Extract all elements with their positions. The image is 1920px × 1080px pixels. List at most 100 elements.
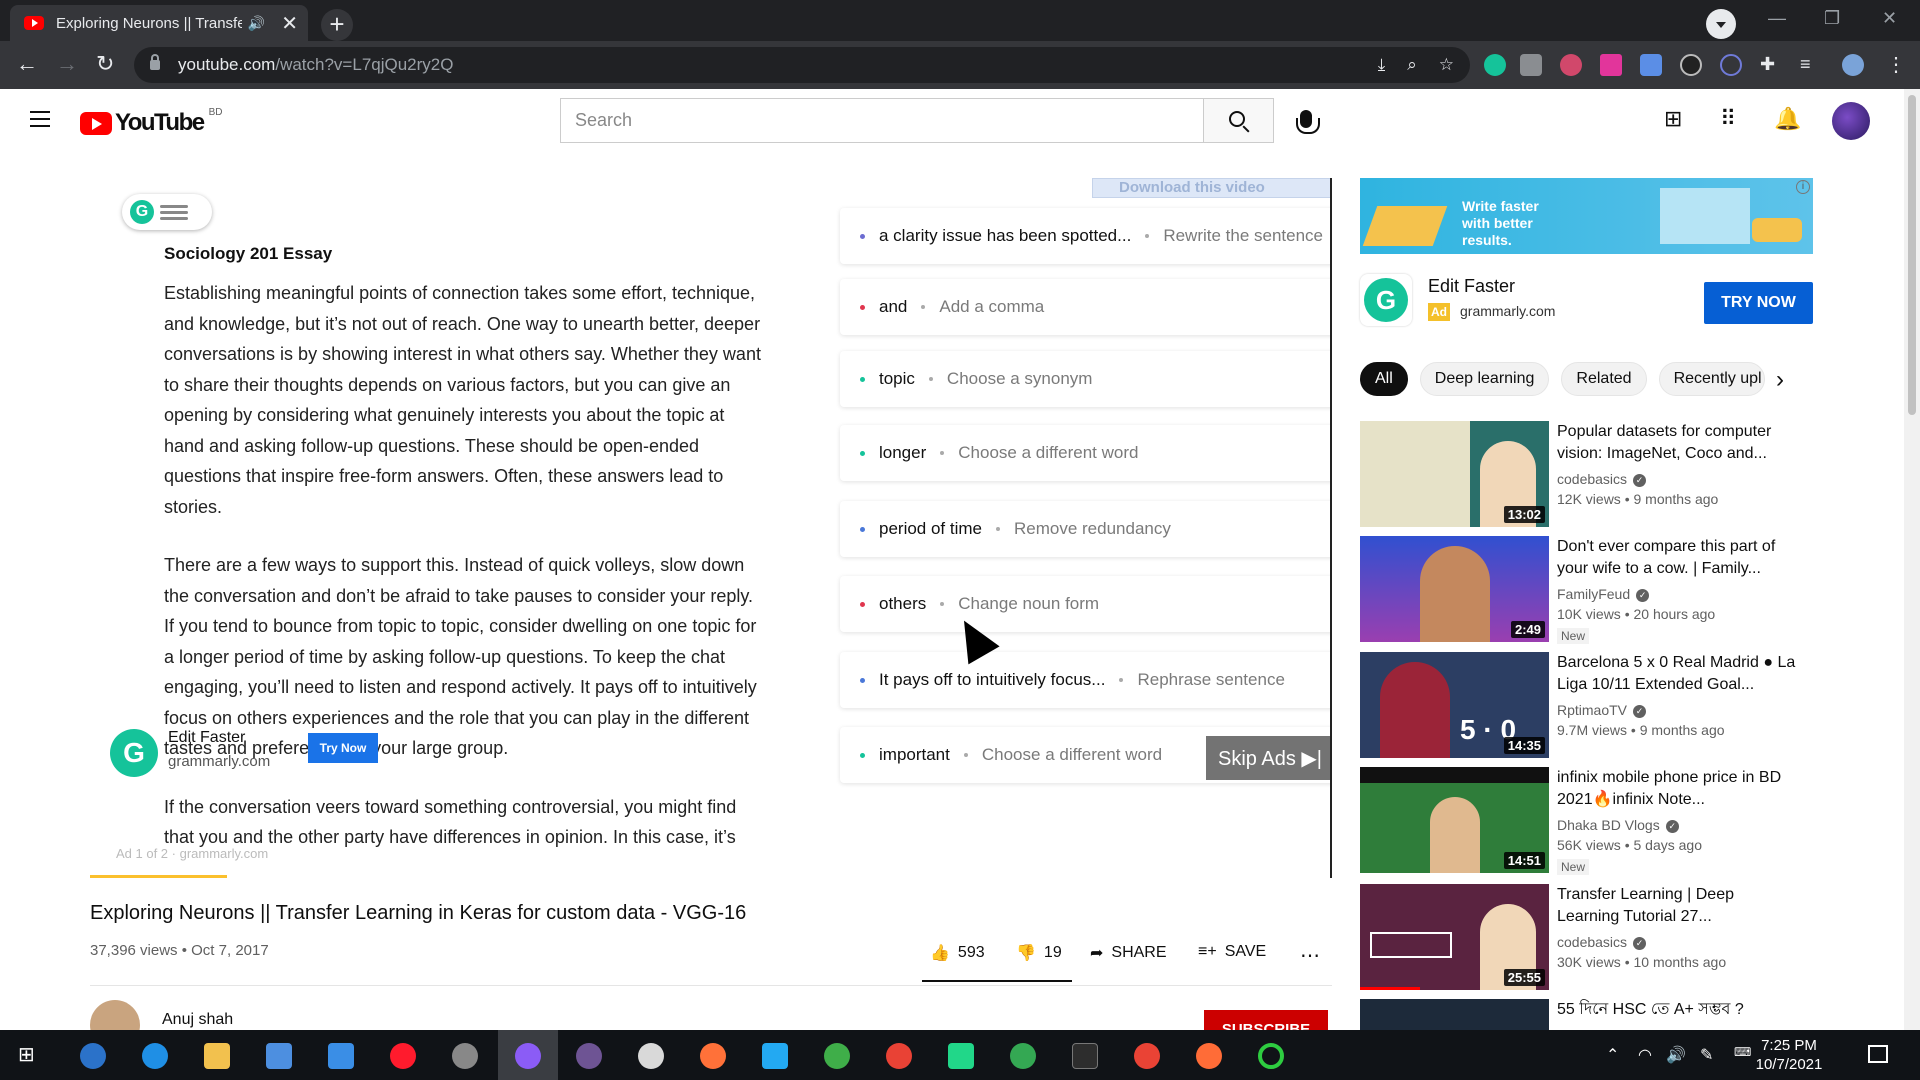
opera-icon[interactable] bbox=[390, 1043, 416, 1069]
browser-tab[interactable]: Exploring Neurons || Transfer 🔊 ✕ bbox=[10, 5, 308, 41]
download-extension-icon[interactable] bbox=[1640, 54, 1662, 76]
dislike-button[interactable]: 👎 19 bbox=[1016, 943, 1062, 963]
create-video-icon[interactable]: ⊞ bbox=[1664, 106, 1682, 132]
minimize-window-icon[interactable]: — bbox=[1768, 8, 1786, 29]
chip-recently-uploaded[interactable]: Recently upl bbox=[1658, 362, 1765, 396]
suggestion-word: longer bbox=[879, 443, 927, 462]
video-player[interactable]: G Download this video Sociology 201 Essa… bbox=[90, 178, 1332, 878]
messenger-icon[interactable] bbox=[515, 1043, 541, 1069]
github-icon[interactable] bbox=[576, 1043, 602, 1069]
recommended-video[interactable]: 14:51 infinix mobile phone price in BD 2… bbox=[1360, 767, 1820, 875]
channel-name[interactable]: Anuj shah bbox=[162, 1011, 233, 1029]
chrome-icon[interactable] bbox=[1010, 1043, 1036, 1069]
windows-start-icon[interactable]: ⊞ bbox=[18, 1042, 35, 1067]
duration-badge: 13:02 bbox=[1503, 506, 1545, 523]
pen-icon[interactable]: ✎ bbox=[1700, 1045, 1713, 1065]
close-window-icon[interactable]: ✕ bbox=[1882, 8, 1897, 29]
extension-icon[interactable] bbox=[1560, 54, 1582, 76]
chip-deep-learning[interactable]: Deep learning bbox=[1419, 362, 1550, 396]
skip-ads-button[interactable]: Skip Ads ▶| bbox=[1206, 736, 1330, 780]
youtube-logo[interactable]: YouTube BD bbox=[80, 107, 223, 137]
recommended-video[interactable]: 55 দিনে HSC তে A+ সম্ভব ? bbox=[1360, 999, 1820, 1030]
video-thumbnail[interactable] bbox=[1360, 999, 1549, 1030]
screen-extension-icon[interactable] bbox=[1680, 54, 1702, 76]
reload-icon[interactable]: ↻ bbox=[96, 51, 114, 77]
new-tab-button[interactable]: + bbox=[321, 9, 353, 41]
store-icon[interactable] bbox=[266, 1043, 292, 1069]
forward-arrow-icon[interactable]: → bbox=[56, 51, 78, 77]
file-explorer-icon[interactable] bbox=[204, 1043, 230, 1069]
page-scrollbar[interactable] bbox=[1904, 89, 1920, 1030]
menu-icon[interactable] bbox=[30, 111, 50, 127]
apps-grid-icon[interactable]: ⠿ bbox=[1720, 106, 1736, 132]
media-control-icon[interactable]: ≡ bbox=[1800, 54, 1811, 75]
try-now-button[interactable]: TRY NOW bbox=[1704, 282, 1813, 324]
chip-related[interactable]: Related bbox=[1561, 362, 1647, 396]
grammarly-extension-icon[interactable] bbox=[1484, 54, 1506, 76]
browser-menu-icon[interactable]: ⋮ bbox=[1886, 52, 1906, 77]
zoom-icon[interactable]: ⌕ bbox=[1407, 55, 1417, 75]
recommended-video[interactable]: 5 · 0 14:35 Barcelona 5 x 0 Real Madrid … bbox=[1360, 652, 1820, 758]
search-input[interactable] bbox=[575, 110, 1204, 131]
search-button[interactable] bbox=[1203, 98, 1274, 143]
pen-extension-icon[interactable] bbox=[1720, 54, 1742, 76]
scrollbar-thumb[interactable] bbox=[1908, 95, 1916, 415]
mail-icon[interactable] bbox=[328, 1043, 354, 1069]
app-icon[interactable] bbox=[1258, 1043, 1284, 1069]
save-button[interactable]: ≡+ SAVE bbox=[1198, 943, 1266, 961]
vscode-icon[interactable] bbox=[762, 1043, 788, 1069]
overlay-ad[interactable]: G Edit Faster grammarly.com Try Now bbox=[104, 723, 776, 779]
sidebar-ad-banner[interactable]: Write faster with better results. bbox=[1360, 178, 1813, 254]
ad-info-icon[interactable]: i bbox=[1796, 180, 1810, 194]
video-thumbnail[interactable]: 5 · 0 14:35 bbox=[1360, 652, 1549, 758]
video-progress-bar[interactable] bbox=[90, 875, 1330, 878]
chevron-right-icon[interactable]: › bbox=[1776, 366, 1784, 394]
more-actions-icon[interactable]: ⋯ bbox=[1300, 943, 1320, 968]
microphone-icon[interactable] bbox=[1296, 110, 1320, 134]
firefox-icon[interactable] bbox=[700, 1043, 726, 1069]
app-icon[interactable] bbox=[452, 1043, 478, 1069]
chevron-up-icon[interactable]: ⌃ bbox=[1606, 1045, 1619, 1065]
postman-icon[interactable] bbox=[1196, 1043, 1222, 1069]
download-video-banner[interactable]: Download this video bbox=[1092, 178, 1330, 198]
pocket-extension-icon[interactable] bbox=[1600, 54, 1622, 76]
bookmark-star-icon[interactable]: ☆ bbox=[1439, 55, 1454, 75]
pycharm-icon[interactable] bbox=[948, 1043, 974, 1069]
install-app-icon[interactable]: ⤓ bbox=[1378, 55, 1386, 75]
share-button[interactable]: ➦ SHARE bbox=[1090, 943, 1167, 963]
video-thumbnail[interactable]: 14:51 bbox=[1360, 767, 1549, 873]
address-bar[interactable]: youtube.com/watch?v=L7qjQu2ry2Q ⤓ ⌕ ☆ bbox=[134, 47, 1470, 83]
restore-window-icon[interactable]: ❐ bbox=[1824, 8, 1840, 29]
notifications-icon[interactable] bbox=[1868, 1045, 1888, 1063]
tab-search-button[interactable] bbox=[1706, 9, 1736, 39]
qbittorrent-icon[interactable] bbox=[80, 1043, 106, 1069]
video-thumbnail[interactable]: 13:02 bbox=[1360, 421, 1549, 527]
terminal-icon[interactable] bbox=[1072, 1043, 1098, 1069]
recommended-video[interactable]: 13:02 Popular datasets for computer visi… bbox=[1360, 421, 1820, 527]
ad-title[interactable]: Edit Faster bbox=[1428, 276, 1515, 297]
avatar[interactable] bbox=[1832, 102, 1870, 140]
app-icon[interactable] bbox=[638, 1043, 664, 1069]
speaker-icon[interactable]: 🔊 bbox=[248, 15, 265, 32]
back-arrow-icon[interactable]: ← bbox=[16, 51, 38, 77]
taskbar-clock[interactable]: 7:25 PM 10/7/2021 bbox=[1748, 1036, 1830, 1074]
chrome-icon[interactable] bbox=[1134, 1043, 1160, 1069]
recommended-video[interactable]: 25:55 Transfer Learning | Deep Learning … bbox=[1360, 884, 1820, 990]
chrome-icon[interactable] bbox=[886, 1043, 912, 1069]
advertiser-logo[interactable]: G bbox=[1360, 274, 1412, 326]
like-button[interactable]: 👍 593 bbox=[930, 943, 985, 963]
edge-icon[interactable] bbox=[142, 1043, 168, 1069]
camera-extension-icon[interactable] bbox=[1520, 54, 1542, 76]
try-now-button[interactable]: Try Now bbox=[308, 733, 378, 763]
video-thumbnail[interactable]: 25:55 bbox=[1360, 884, 1549, 990]
video-thumbnail[interactable]: 2:49 bbox=[1360, 536, 1549, 642]
wifi-icon[interactable]: ◠ bbox=[1638, 1045, 1652, 1065]
recommended-video[interactable]: 2:49 Don't ever compare this part of you… bbox=[1360, 536, 1820, 644]
tab-close-button[interactable]: ✕ bbox=[281, 11, 298, 36]
notifications-bell-icon[interactable]: 🔔 bbox=[1774, 106, 1801, 132]
puzzle-extensions-icon[interactable]: ✚ bbox=[1760, 54, 1775, 75]
chip-all[interactable]: All bbox=[1360, 362, 1408, 396]
volume-icon[interactable]: 🔊 bbox=[1666, 1045, 1686, 1065]
app-icon[interactable] bbox=[824, 1043, 850, 1069]
profile-avatar[interactable] bbox=[1842, 54, 1864, 76]
